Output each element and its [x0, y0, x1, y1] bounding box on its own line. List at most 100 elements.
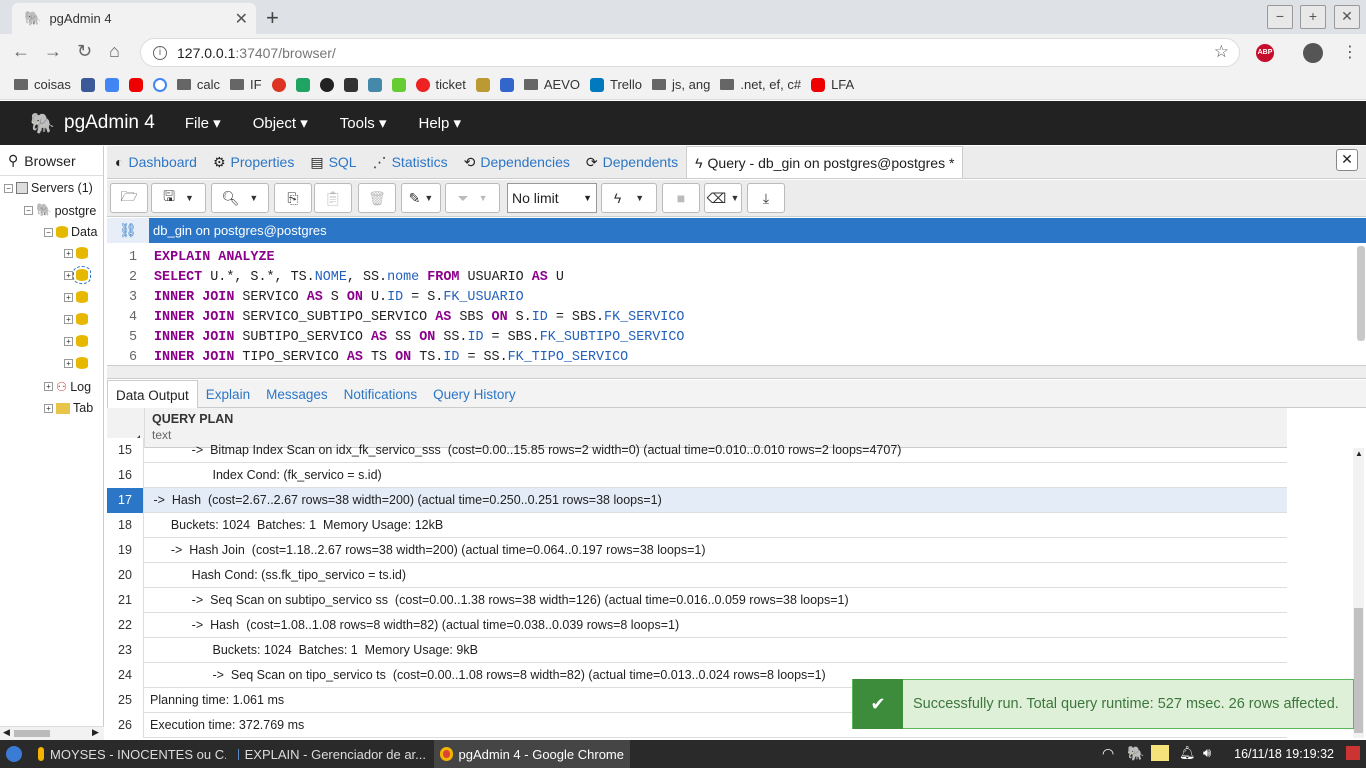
expand-icon[interactable]: +: [64, 248, 73, 258]
bee-icon[interactable]: [475, 77, 490, 92]
execute-icon[interactable]: ϟ ▼: [601, 183, 657, 213]
table-row[interactable]: 20 Hash Cond: (ss.fk_tipo_servico = ts.i…: [107, 563, 1287, 588]
bookmark-trello[interactable]: Trello: [590, 77, 642, 92]
back-icon[interactable]: ←: [12, 41, 30, 62]
query-plan-cell[interactable]: -> Seq Scan on subtipo_servico ss (cost=…: [150, 588, 849, 612]
find-icon[interactable]: 🔍︎ ▼: [211, 183, 269, 213]
tab-dependents[interactable]: ⟳ Dependents: [578, 146, 686, 178]
tab-data-output[interactable]: Data Output: [107, 380, 198, 408]
menu-help[interactable]: Help ▾: [419, 114, 462, 132]
game-icon[interactable]: [343, 77, 358, 92]
home-icon[interactable]: ⌂: [109, 41, 120, 62]
row-number[interactable]: 22: [107, 613, 144, 638]
table-row[interactable]: 15 -> Bitmap Index Scan on idx_fk_servic…: [107, 438, 1287, 463]
bookmark-lfa[interactable]: LFA: [811, 77, 854, 92]
menu-file[interactable]: File ▾: [185, 114, 221, 132]
query-plan-cell[interactable]: -> Hash Join (cost=1.18..2.67 rows=38 wi…: [150, 538, 706, 562]
tree-db-item[interactable]: +: [64, 247, 88, 259]
elephant-icon[interactable]: 🐘: [1127, 745, 1144, 762]
query-plan-cell[interactable]: Hash Cond: (ss.fk_tipo_servico = ts.id): [150, 563, 406, 587]
browser-panel-header[interactable]: ⚲ Browser: [0, 146, 103, 176]
tab-query[interactable]: ϟ Query - db_gin on postgres@postgres *: [686, 146, 964, 178]
close-tab-button[interactable]: ✕: [1336, 149, 1358, 171]
tab-close-icon[interactable]: ✕: [235, 9, 248, 29]
facebook-icon[interactable]: [80, 77, 95, 92]
expand-icon[interactable]: +: [44, 382, 53, 391]
tree-db-item[interactable]: +: [64, 291, 88, 303]
row-number[interactable]: 23: [107, 638, 144, 663]
row-number[interactable]: 26: [107, 713, 144, 738]
gmail-icon[interactable]: [271, 77, 286, 92]
scroll-right-icon[interactable]: ▶: [92, 727, 99, 738]
query-plan-cell[interactable]: Index Cond: (fk_servico = s.id): [150, 463, 382, 487]
forward-icon[interactable]: →: [44, 41, 62, 62]
tree-db-item[interactable]: +: [64, 357, 88, 369]
scroll-thumb[interactable]: [1354, 608, 1363, 733]
tab-dependencies[interactable]: ⟲ Dependencies: [456, 146, 578, 178]
paste-icon[interactable]: 📋︎: [314, 183, 352, 213]
browser-tab[interactable]: 🐘 pgAdmin 4 ✕: [12, 3, 256, 34]
edit-icon[interactable]: ✎ ▼: [401, 183, 441, 213]
copy-icon[interactable]: ⎘: [274, 183, 312, 213]
expand-icon[interactable]: +: [64, 270, 73, 280]
task-chrome-youtube[interactable]: MOYSES - INOCENTES ou C...: [32, 740, 226, 768]
wifi-icon[interactable]: ◠: [1102, 745, 1114, 762]
scroll-thumb[interactable]: [14, 730, 50, 737]
bell-icon[interactable]: 🔔︎: [1179, 745, 1196, 761]
reload-icon[interactable]: ↻: [77, 41, 92, 62]
tab-notifications[interactable]: Notifications: [336, 380, 426, 408]
table-row[interactable]: 18 Buckets: 1024 Batches: 1 Memory Usage…: [107, 513, 1287, 538]
tab-explain[interactable]: Explain: [198, 380, 258, 408]
link-icon[interactable]: ⛓: [107, 218, 149, 243]
row-number[interactable]: 20: [107, 563, 144, 588]
browser-h-scrollbar[interactable]: ◀ ▶: [0, 726, 104, 740]
expand-icon[interactable]: +: [64, 358, 73, 368]
linux-icon[interactable]: [319, 77, 334, 92]
save-icon[interactable]: 🖫 ▼: [151, 183, 206, 213]
youtube-icon[interactable]: [128, 77, 143, 92]
query-plan-cell[interactable]: -> Bitmap Index Scan on idx_fk_servico_s…: [150, 438, 902, 462]
tree-db-item[interactable]: +: [64, 313, 88, 325]
row-number[interactable]: 24: [107, 663, 144, 688]
row-number[interactable]: 16: [107, 463, 144, 488]
query-plan-cell[interactable]: Planning time: 1.061 ms: [150, 688, 284, 712]
bookmark-net[interactable]: .net, ef, c#: [720, 77, 801, 92]
row-number[interactable]: 25: [107, 688, 144, 713]
menu-tools[interactable]: Tools ▾: [340, 114, 387, 132]
collapse-icon[interactable]: −: [4, 183, 13, 193]
row-limit-select[interactable]: No limit ▼: [507, 183, 597, 213]
success-toast[interactable]: ✔ Successfully run. Total query runtime:…: [852, 679, 1354, 729]
tab-sql[interactable]: ▤ SQL: [302, 146, 364, 178]
query-plan-cell[interactable]: Execution time: 372.769 ms: [150, 713, 304, 737]
collapse-icon[interactable]: −: [44, 227, 53, 237]
task-pgadmin[interactable]: pgAdmin 4 - Google Chrome: [434, 740, 630, 768]
drive-icon[interactable]: [295, 77, 310, 92]
table-row[interactable]: 17 -> Hash (cost=2.67..2.67 rows=38 widt…: [107, 488, 1287, 513]
tree-server-postgres[interactable]: − 🐘 postgre: [24, 203, 96, 218]
table-row[interactable]: 21 -> Seq Scan on subtipo_servico ss (co…: [107, 588, 1287, 613]
expand-icon[interactable]: +: [44, 403, 53, 413]
info-icon[interactable]: i: [153, 45, 167, 60]
task-file-manager[interactable]: EXPLAIN - Gerenciador de ar...: [232, 740, 432, 768]
query-plan-cell[interactable]: -> Seq Scan on tipo_servico ts (cost=0.0…: [150, 663, 826, 687]
scroll-up-icon[interactable]: ▲: [1355, 449, 1363, 458]
bookmark-if[interactable]: IF: [229, 77, 262, 92]
desktop-icon[interactable]: [1346, 746, 1360, 760]
minimize-button[interactable]: −: [1267, 5, 1293, 29]
stop-icon[interactable]: ■: [662, 183, 700, 213]
grid-scrollbar[interactable]: ▲: [1353, 448, 1364, 738]
dm-icon[interactable]: [499, 77, 514, 92]
delete-icon[interactable]: 🗑︎: [358, 183, 396, 213]
download-icon[interactable]: [391, 77, 406, 92]
tab-messages[interactable]: Messages: [258, 380, 336, 408]
table-row[interactable]: 22 -> Hash (cost=1.08..1.08 rows=8 width…: [107, 613, 1287, 638]
row-number[interactable]: 15: [107, 438, 144, 463]
translate-icon[interactable]: [104, 77, 119, 92]
bookmark-coisas[interactable]: coisas: [14, 77, 71, 92]
tree-servers[interactable]: − Servers (1): [4, 181, 93, 195]
start-icon[interactable]: [6, 746, 22, 762]
menu-object[interactable]: Object ▾: [253, 114, 308, 132]
star-icon[interactable]: ☆: [1214, 42, 1229, 62]
clear-icon[interactable]: ⌫ ▼: [704, 183, 742, 213]
abp-icon[interactable]: ABP: [1256, 44, 1274, 62]
